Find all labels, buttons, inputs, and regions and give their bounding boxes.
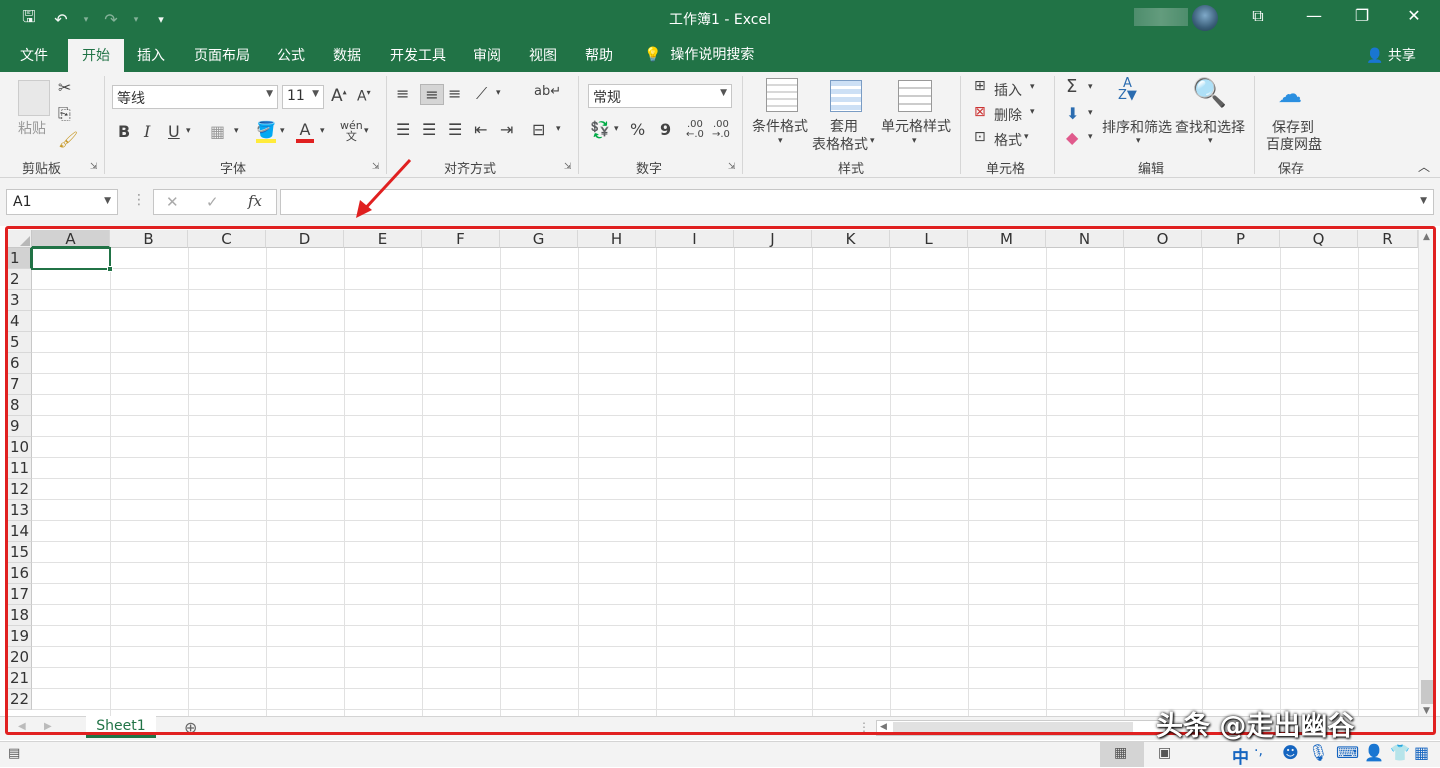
watermark-text: 头条 @走出幽谷	[1156, 711, 1355, 742]
annotation-arrow	[356, 158, 412, 218]
